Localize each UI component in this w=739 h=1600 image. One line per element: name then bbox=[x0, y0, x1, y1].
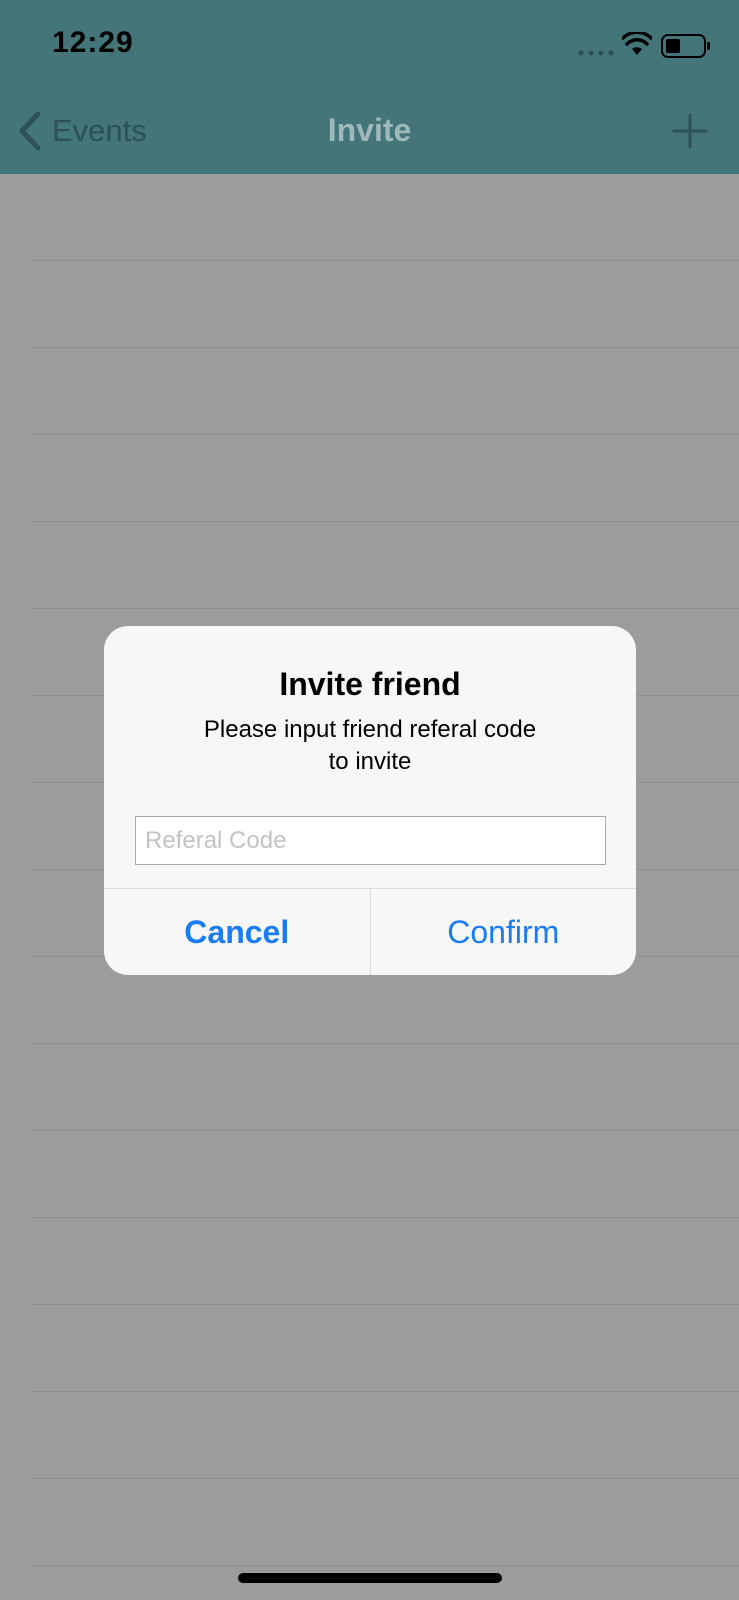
list-item bbox=[32, 1044, 739, 1131]
plus-icon[interactable] bbox=[672, 113, 708, 149]
referal-code-input[interactable] bbox=[135, 816, 606, 865]
list-item bbox=[32, 261, 739, 348]
page-title: Invite bbox=[327, 112, 412, 148]
list-item bbox=[32, 522, 739, 609]
cancel-button[interactable]: Cancel bbox=[104, 889, 371, 975]
list-item bbox=[32, 1218, 739, 1305]
signal-icon bbox=[578, 50, 614, 56]
alert-button-row: Cancel Confirm bbox=[104, 888, 636, 975]
list-item bbox=[32, 1305, 739, 1392]
list-item bbox=[32, 174, 739, 261]
status-time: 12:29 bbox=[52, 26, 134, 59]
list-item bbox=[32, 435, 739, 522]
alert-message: Please input friend referal code to invi… bbox=[144, 714, 596, 778]
alert-message-line: Please input friend referal code bbox=[203, 716, 537, 743]
list-item bbox=[32, 348, 739, 435]
list-item bbox=[32, 1392, 739, 1479]
invite-friend-alert: Invite friend Please input friend refera… bbox=[104, 626, 636, 975]
battery-icon bbox=[661, 34, 710, 58]
invite-screen: 12:29 Events Invite Invite friend Please… bbox=[0, 0, 739, 1600]
list-item bbox=[32, 1479, 739, 1566]
alert-title: Invite friend bbox=[279, 666, 461, 702]
confirm-button[interactable]: Confirm bbox=[371, 889, 637, 975]
list-item bbox=[32, 1131, 739, 1218]
header: 12:29 Events Invite bbox=[0, 0, 739, 174]
home-indicator[interactable] bbox=[238, 1573, 502, 1583]
alert-message-line: to invite bbox=[328, 748, 412, 775]
wifi-icon bbox=[622, 32, 652, 55]
